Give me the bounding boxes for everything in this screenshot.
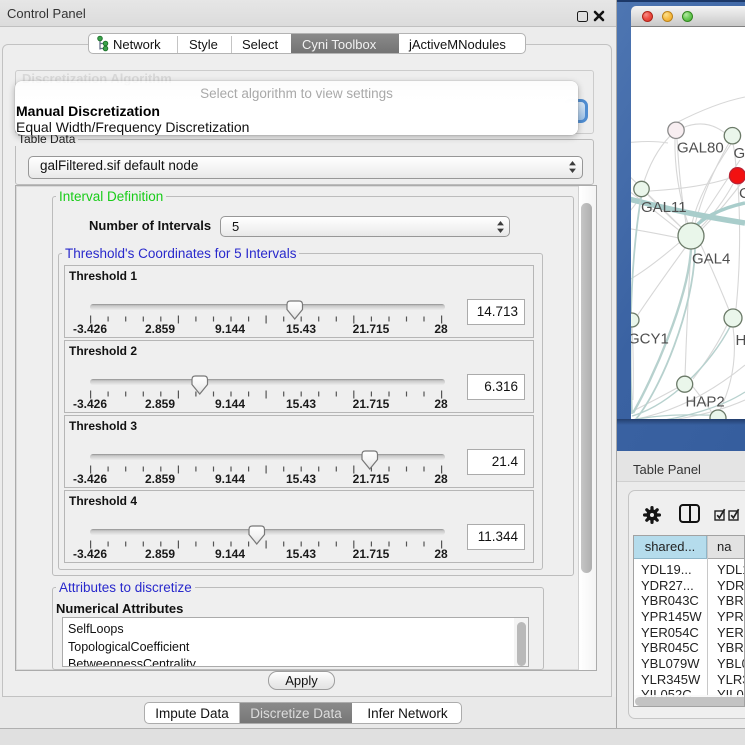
svg-text:GAL7: GAL7	[734, 145, 745, 162]
svg-text:GCY1: GCY1	[631, 331, 669, 348]
svg-text:GAL11: GAL11	[641, 199, 687, 216]
svg-text:CD: CD	[739, 185, 745, 202]
svg-text:HI: HI	[736, 332, 745, 349]
svg-text:GAL4: GAL4	[692, 251, 730, 268]
svg-text:GAL80: GAL80	[677, 140, 724, 157]
svg-text:HAP2: HAP2	[686, 394, 725, 411]
